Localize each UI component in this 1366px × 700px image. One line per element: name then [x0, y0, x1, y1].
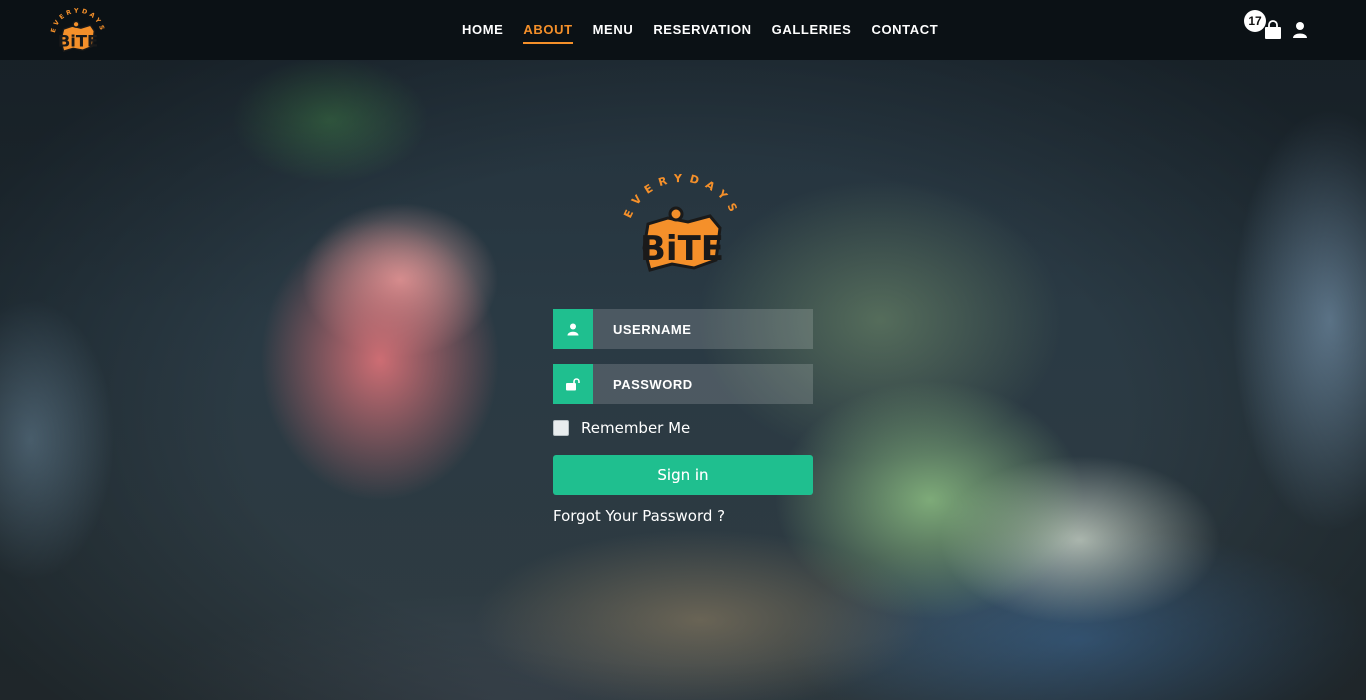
nav-item-reservation[interactable]: RESERVATION [643, 0, 761, 60]
nav-item-menu[interactable]: MENU [583, 0, 644, 60]
everydays-bite-logo-large: EVERYDAYS BiTE [621, 172, 736, 272]
top-navbar: EVERYDAYS BiTE HOME ABOUT MENU RESERVATI… [0, 0, 1366, 60]
nav-item-galleries[interactable]: GALLERIES [762, 0, 862, 60]
user-icon [567, 323, 579, 335]
logo-word: BiTE [58, 31, 98, 50]
remember-me-row: Remember Me [553, 416, 813, 440]
password-field [553, 364, 813, 404]
nav-icons: 17 [1240, 8, 1320, 52]
everydays-bite-logo[interactable]: EVERYDAYS BiTE [40, 6, 116, 56]
sign-in-button[interactable]: Sign in [553, 455, 813, 495]
login-form: Remember Me Sign in Forgot Your Password… [553, 309, 813, 525]
shopping-bag-icon[interactable] [1264, 20, 1282, 40]
remember-me-checkbox[interactable] [553, 420, 569, 436]
remember-me-label[interactable]: Remember Me [581, 419, 690, 437]
nav-item-about[interactable]: ABOUT [513, 0, 582, 60]
logo-word: BiTE [640, 229, 724, 269]
login-page: EVERYDAYS BiTE HOME ABOUT MENU RESERVATI… [0, 0, 1366, 700]
username-input[interactable] [593, 309, 813, 349]
user-icon[interactable] [1292, 21, 1308, 39]
cart-count-badge[interactable]: 17 [1244, 10, 1266, 32]
unlock-icon [566, 377, 580, 390]
nav-item-contact[interactable]: CONTACT [861, 0, 948, 60]
username-icon-box [553, 309, 593, 349]
password-icon-box [553, 364, 593, 404]
password-input[interactable] [593, 364, 813, 404]
username-field [553, 309, 813, 349]
nav-item-home[interactable]: HOME [452, 0, 513, 60]
main-nav: HOME ABOUT MENU RESERVATION GALLERIES CO… [452, 0, 948, 60]
forgot-password-link[interactable]: Forgot Your Password ? [553, 507, 813, 525]
